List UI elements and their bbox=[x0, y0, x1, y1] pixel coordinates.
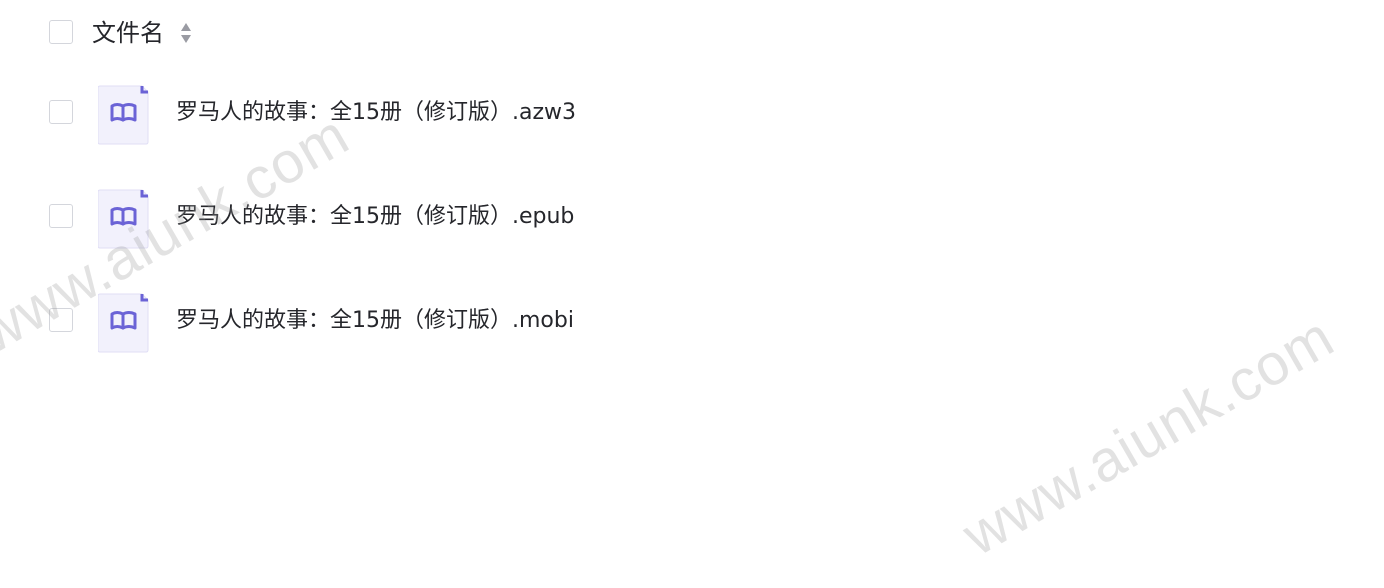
file-name-link[interactable]: 罗马人的故事：全15册（修订版）.mobi bbox=[176, 304, 574, 338]
file-checkbox[interactable] bbox=[49, 100, 73, 124]
file-row[interactable]: 罗马人的故事：全15册（修订版）.azw3 bbox=[0, 60, 1384, 164]
file-row[interactable]: 罗马人的故事：全15册（修订版）.mobi bbox=[0, 268, 1384, 372]
sort-updown-icon[interactable] bbox=[178, 20, 194, 46]
file-list-header: 文件名 bbox=[0, 0, 1384, 66]
file-list-page: 文件名 罗马人的故事：全15册（修订版）.azw3 罗马人的故事：全15册（修订… bbox=[0, 0, 1384, 588]
file-row[interactable]: 罗马人的故事：全15册（修订版）.epub bbox=[0, 164, 1384, 268]
file-checkbox[interactable] bbox=[49, 204, 73, 228]
book-icon bbox=[98, 85, 149, 145]
book-icon bbox=[98, 293, 149, 353]
book-icon bbox=[98, 189, 149, 249]
filename-column-header[interactable]: 文件名 bbox=[92, 15, 164, 51]
file-checkbox[interactable] bbox=[49, 308, 73, 332]
file-name-link[interactable]: 罗马人的故事：全15册（修订版）.azw3 bbox=[176, 96, 576, 130]
file-name-link[interactable]: 罗马人的故事：全15册（修订版）.epub bbox=[176, 200, 574, 234]
select-all-checkbox[interactable] bbox=[49, 20, 73, 44]
